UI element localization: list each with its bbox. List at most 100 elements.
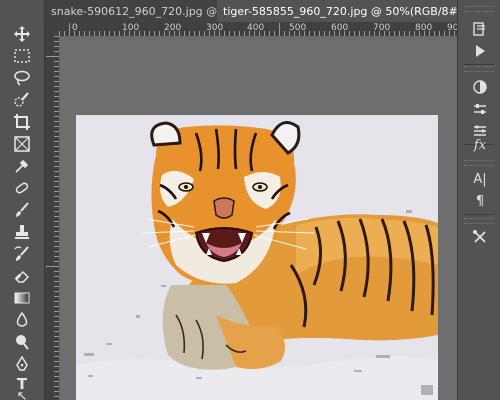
ruler-tick [164, 31, 165, 36]
fx-styles-icon[interactable]: fx [470, 136, 490, 154]
ruler-tick [54, 206, 59, 207]
lasso-tool-icon[interactable] [10, 68, 34, 88]
ruler-tick [384, 31, 385, 36]
tab-tiger-document[interactable]: tiger-585855_960_720.jpg @ 50%(RGB/8#) *… [217, 0, 488, 22]
panel-grip[interactable] [464, 66, 494, 72]
ruler-tick [54, 91, 59, 92]
ruler-tick [309, 31, 310, 36]
marquee-tool-icon[interactable] [10, 46, 34, 66]
ruler-tick [46, 56, 59, 57]
ruler-tick [199, 31, 200, 36]
frame-tool-icon[interactable] [10, 134, 34, 154]
ruler-tick [329, 31, 330, 36]
tiger-image[interactable] [76, 115, 438, 400]
ruler-tick [54, 296, 59, 297]
history-brush-tool-icon[interactable] [10, 244, 34, 264]
ruler-tick [54, 231, 59, 232]
ruler-tick [134, 31, 135, 36]
ruler-tick [54, 126, 59, 127]
type-tool-icon[interactable]: T [10, 374, 34, 394]
ruler-tick [54, 121, 59, 122]
blur-tool-icon[interactable] [10, 310, 34, 330]
ruler-tick [54, 141, 59, 142]
paragraph-panel-icon[interactable]: ¶ [470, 192, 490, 210]
ruler-tick [54, 381, 59, 382]
ruler-tick [404, 31, 405, 36]
ruler-tick [234, 31, 235, 36]
ruler-tick [84, 31, 85, 36]
document-tab-bar: snake-590612_960_720.jpg @... × tiger-58… [45, 0, 488, 23]
ruler-tick [369, 31, 370, 36]
ruler-tick [349, 31, 350, 36]
ruler-tick [54, 156, 59, 157]
ruler-tick [54, 236, 59, 237]
ruler-tick [124, 31, 125, 36]
ruler-tick [54, 136, 59, 137]
clone-stamp-tool-icon[interactable] [10, 222, 34, 242]
ruler-tick [224, 31, 225, 36]
brush-tool-icon[interactable] [10, 200, 34, 220]
ruler-tick [54, 86, 59, 87]
horizontal-ruler[interactable]: 0 100 200 300 400 500 600 700 800 900 [59, 22, 457, 37]
ruler-tick [129, 31, 130, 36]
ruler-tick [304, 31, 305, 36]
adjustments-icon[interactable] [470, 78, 490, 96]
ruler-tick [54, 376, 59, 377]
vertical-ruler[interactable] [45, 36, 60, 400]
ruler-tick [169, 31, 170, 36]
eraser-tool-icon[interactable] [10, 266, 34, 286]
ruler-tick [439, 31, 440, 36]
move-tool-icon[interactable] [10, 24, 34, 44]
ruler-tick [54, 221, 59, 222]
ruler-tick [54, 331, 59, 332]
ruler-tick [54, 106, 59, 107]
ruler-tick [154, 31, 155, 36]
ruler-tick [229, 31, 230, 36]
ruler-tick [314, 31, 315, 36]
character-panel-icon[interactable]: A| [470, 170, 490, 188]
ruler-tick [54, 281, 59, 282]
play-actions-icon[interactable] [470, 42, 490, 60]
ruler-tick [54, 51, 59, 52]
ruler-origin[interactable] [45, 22, 60, 37]
ruler-tick [139, 31, 140, 36]
ruler-tick [54, 111, 59, 112]
dodge-tool-icon[interactable] [10, 332, 34, 352]
eyedropper-tool-icon[interactable] [10, 156, 34, 176]
tools-settings-icon[interactable] [470, 228, 490, 246]
gradient-tool-icon[interactable] [10, 288, 34, 308]
ruler-tick [54, 276, 59, 277]
ruler-tick [54, 146, 59, 147]
path-selection-tool-icon[interactable]: ↖ [10, 392, 34, 400]
crop-tool-icon[interactable] [10, 112, 34, 132]
ruler-tick [54, 351, 59, 352]
ruler-tick [54, 241, 59, 242]
ruler-tick [54, 81, 59, 82]
ruler-tick [204, 31, 205, 36]
ruler-tick [119, 31, 120, 36]
ruler-tick [209, 31, 210, 36]
ruler-tick [424, 31, 425, 36]
ruler-tick [429, 31, 430, 36]
ruler-tick [54, 196, 59, 197]
ruler-tick [289, 31, 290, 36]
quick-selection-tool-icon[interactable] [10, 90, 34, 110]
pen-tool-icon[interactable] [10, 354, 34, 374]
panel-grip[interactable] [464, 218, 494, 224]
ruler-tick [399, 31, 400, 36]
ruler-tick [374, 31, 375, 36]
properties-sliders-icon[interactable] [470, 100, 490, 118]
ruler-tick [149, 31, 150, 36]
ruler-tick [189, 31, 190, 36]
tab-snake-document[interactable]: snake-590612_960_720.jpg @... × [45, 0, 245, 22]
ruler-tick [179, 31, 180, 36]
ruler-tick [389, 31, 390, 36]
panel-grip[interactable] [464, 6, 494, 12]
ruler-tick [279, 23, 280, 36]
ruler-tick [54, 171, 59, 172]
ruler-tick [339, 31, 340, 36]
canvas-workspace[interactable] [60, 37, 457, 400]
panel-grip[interactable] [464, 160, 494, 166]
healing-brush-tool-icon[interactable] [10, 178, 34, 198]
history-panel-icon[interactable] [470, 20, 490, 38]
